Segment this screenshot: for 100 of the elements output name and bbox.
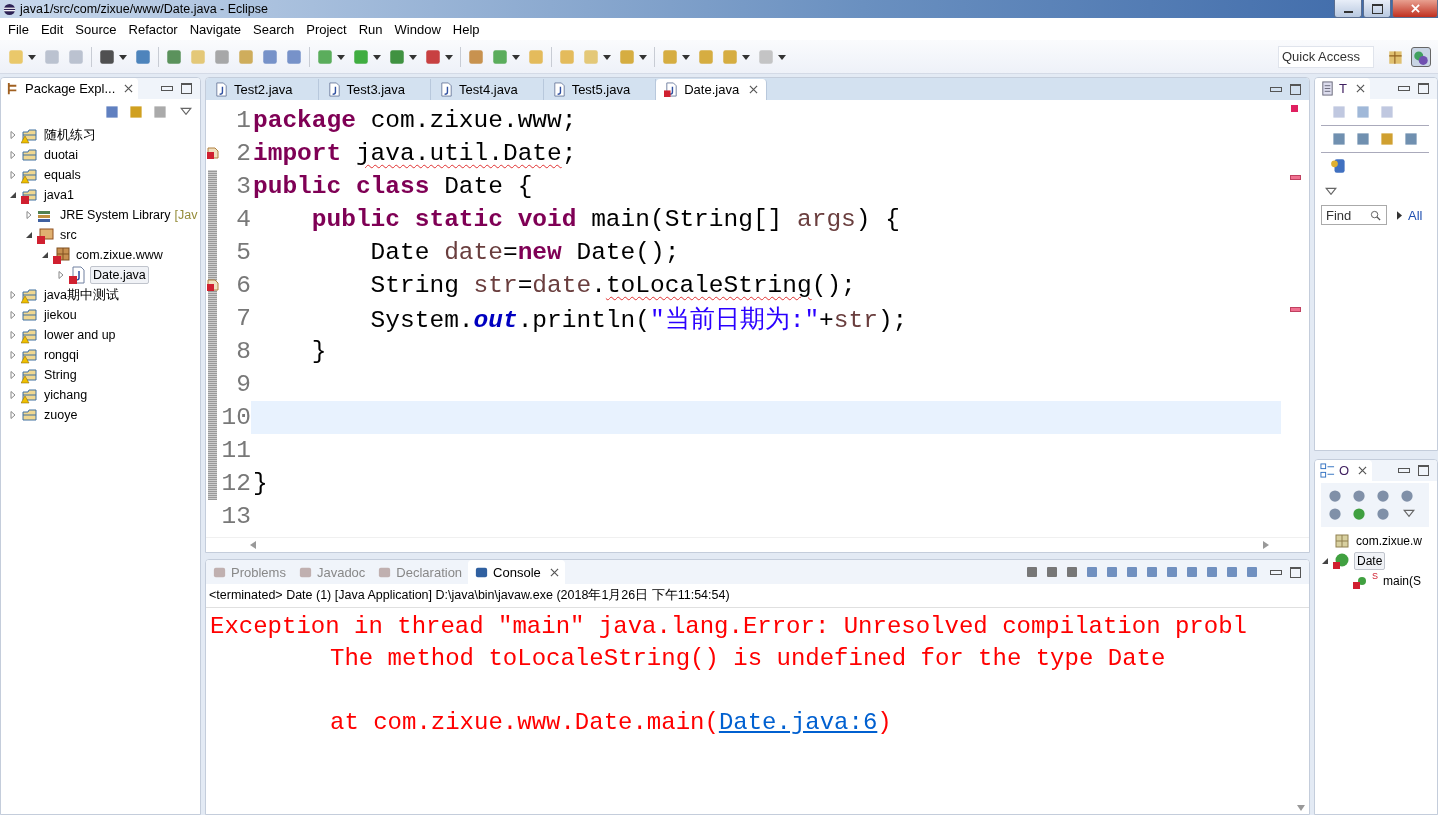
menu-item[interactable]: Help bbox=[446, 21, 486, 37]
editor-tab[interactable]: Date.java bbox=[656, 79, 768, 100]
expand-toggle-icon[interactable] bbox=[9, 171, 17, 179]
tree-item[interactable]: zuoye bbox=[42, 407, 80, 423]
overview-error-mark[interactable] bbox=[1290, 175, 1301, 180]
maximize-button[interactable] bbox=[1418, 465, 1429, 476]
close-icon[interactable] bbox=[549, 567, 559, 577]
tree-item[interactable]: rongqi bbox=[42, 347, 81, 363]
scroll-down-icon[interactable] bbox=[1297, 805, 1305, 811]
view-menu-icon[interactable] bbox=[1403, 509, 1415, 519]
view-tab[interactable]: Console bbox=[468, 560, 565, 584]
expand-toggle-icon[interactable] bbox=[9, 291, 17, 299]
dropdown-caret-icon[interactable] bbox=[778, 52, 786, 61]
tree-item[interactable]: com.zixue.www bbox=[74, 247, 165, 263]
expand-toggle-icon[interactable] bbox=[9, 371, 17, 379]
dropdown-caret-icon[interactable] bbox=[445, 52, 453, 61]
tree-item[interactable]: jiekou bbox=[42, 307, 79, 323]
menu-item[interactable]: Refactor bbox=[122, 21, 184, 37]
dropdown-caret-icon[interactable] bbox=[639, 52, 647, 61]
tree-item[interactable]: lower and up bbox=[42, 327, 118, 343]
tree-item[interactable]: java1 bbox=[42, 187, 76, 203]
maximize-button[interactable] bbox=[1363, 0, 1391, 18]
editor-tab[interactable]: Test3.java bbox=[318, 79, 432, 100]
sync-icon[interactable] bbox=[1330, 157, 1348, 175]
close-icon[interactable] bbox=[124, 84, 134, 93]
close-icon[interactable] bbox=[1358, 466, 1368, 475]
dropdown-caret-icon[interactable] bbox=[512, 52, 520, 61]
expand-toggle-icon[interactable] bbox=[9, 311, 17, 319]
maximize-button[interactable] bbox=[1290, 566, 1301, 578]
tree-item[interactable]: duotai bbox=[42, 147, 81, 163]
expand-toggle-icon[interactable] bbox=[9, 411, 17, 419]
menu-item[interactable]: Edit bbox=[34, 21, 70, 37]
dropdown-caret-icon[interactable] bbox=[409, 52, 417, 61]
tree-item[interactable]: String bbox=[42, 367, 79, 383]
minimize-button[interactable] bbox=[1334, 0, 1362, 18]
maximize-button[interactable] bbox=[1290, 83, 1301, 95]
dropdown-caret-icon[interactable] bbox=[119, 52, 127, 61]
tree-item[interactable]: yichang bbox=[42, 387, 90, 403]
dropdown-caret-icon[interactable] bbox=[373, 52, 381, 61]
dropdown-caret-icon[interactable] bbox=[682, 52, 690, 61]
task-list-tab[interactable]: T bbox=[1315, 78, 1370, 99]
editor-tab[interactable]: Test2.java bbox=[206, 79, 319, 100]
outline-item[interactable]: main(S bbox=[1381, 573, 1424, 589]
tree-item[interactable]: java期中测试 bbox=[42, 285, 121, 305]
tree-item[interactable]: 随机练习 bbox=[42, 125, 98, 145]
editor-tab[interactable]: Test4.java bbox=[431, 79, 544, 100]
menu-item[interactable]: Run bbox=[352, 21, 389, 37]
dropdown-caret-icon[interactable] bbox=[742, 52, 750, 61]
expand-toggle-icon[interactable] bbox=[57, 271, 65, 279]
dropdown-caret-icon[interactable] bbox=[603, 52, 611, 61]
outline-item[interactable]: Date bbox=[1354, 552, 1386, 570]
minimize-button[interactable] bbox=[1398, 468, 1410, 473]
expand-toggle-icon[interactable] bbox=[9, 331, 17, 339]
tree-item[interactable]: equals bbox=[42, 167, 83, 183]
all-link[interactable]: All bbox=[1408, 207, 1423, 223]
dropdown-caret-icon[interactable] bbox=[28, 52, 36, 61]
stack-trace-link[interactable]: Date.java:6 bbox=[718, 709, 878, 736]
menu-item[interactable]: Project bbox=[300, 21, 353, 37]
menu-item[interactable]: Search bbox=[247, 21, 301, 37]
maximize-button[interactable] bbox=[181, 83, 192, 94]
expand-toggle-icon[interactable] bbox=[9, 151, 17, 159]
find-field[interactable]: Find bbox=[1321, 205, 1387, 225]
expand-toggle-icon[interactable] bbox=[1321, 557, 1329, 565]
package-explorer-tab[interactable]: Package Expl... bbox=[1, 78, 139, 99]
maximize-button[interactable] bbox=[1418, 83, 1429, 94]
overview-error-mark[interactable] bbox=[1290, 307, 1301, 312]
close-icon[interactable] bbox=[1355, 84, 1365, 93]
menu-item[interactable]: Navigate bbox=[183, 21, 247, 37]
expand-toggle-icon[interactable] bbox=[25, 231, 33, 239]
editor-tab[interactable]: Test5.java bbox=[543, 79, 657, 100]
view-menu-icon[interactable] bbox=[180, 107, 192, 117]
quick-access-field[interactable]: Quick Access bbox=[1278, 45, 1374, 68]
view-menu-icon[interactable] bbox=[1325, 187, 1337, 197]
expand-arrow-icon[interactable] bbox=[1397, 210, 1402, 220]
expand-toggle-icon[interactable] bbox=[9, 191, 17, 199]
minimize-button[interactable] bbox=[1270, 86, 1282, 92]
expand-toggle-icon[interactable] bbox=[25, 211, 33, 219]
error-marker-icon[interactable] bbox=[207, 147, 219, 159]
expand-toggle-icon[interactable] bbox=[9, 391, 17, 399]
java-perspective-icon[interactable] bbox=[1411, 46, 1431, 67]
menu-item[interactable]: Source bbox=[69, 21, 123, 37]
menu-item[interactable]: File bbox=[2, 21, 35, 37]
outline-item[interactable]: com.zixue.w bbox=[1354, 533, 1425, 549]
scroll-right-icon[interactable] bbox=[1263, 541, 1269, 549]
expand-toggle-icon[interactable] bbox=[9, 131, 17, 139]
minimize-button[interactable] bbox=[161, 86, 173, 91]
outline-tab[interactable]: O bbox=[1315, 460, 1373, 481]
tree-item[interactable]: Date.java bbox=[90, 266, 149, 284]
close-icon[interactable] bbox=[749, 85, 759, 94]
minimize-button[interactable] bbox=[1270, 569, 1282, 575]
minimize-button[interactable] bbox=[1398, 86, 1410, 91]
tree-item[interactable]: src bbox=[58, 227, 79, 243]
dropdown-caret-icon[interactable] bbox=[337, 52, 345, 61]
expand-toggle-icon[interactable] bbox=[9, 351, 17, 359]
close-button[interactable] bbox=[1392, 0, 1438, 18]
menu-item[interactable]: Window bbox=[388, 21, 447, 37]
expand-toggle-icon[interactable] bbox=[41, 251, 49, 259]
scroll-left-icon[interactable] bbox=[250, 541, 256, 549]
tree-item[interactable]: JRE System Library bbox=[58, 207, 173, 223]
error-marker-icon[interactable] bbox=[207, 279, 219, 291]
